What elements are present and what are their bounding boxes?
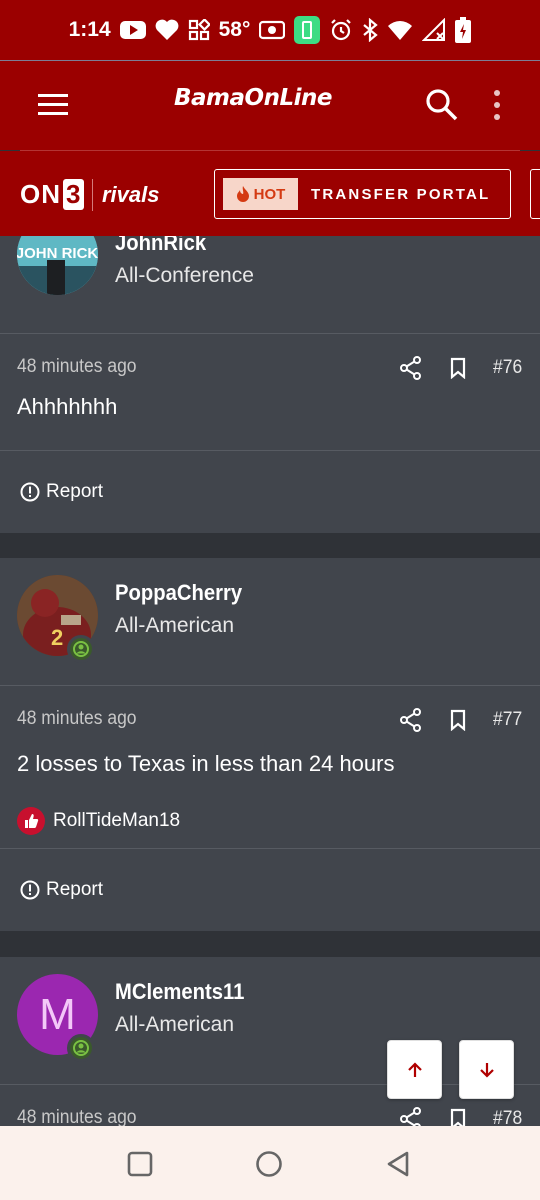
on3-logo[interactable]: ON 3 (20, 179, 85, 210)
battery-saver-icon (294, 16, 321, 44)
post-user-rank: All-Conference (115, 264, 254, 287)
online-indicator (67, 635, 95, 663)
next-promo-button[interactable] (530, 169, 540, 219)
hot-badge: HOT (223, 178, 298, 210)
post-number[interactable]: #78 (493, 1108, 522, 1126)
post-time[interactable]: 48 minutes ago (17, 1107, 137, 1126)
radio-icon (259, 20, 286, 40)
more-vertical-icon (494, 90, 500, 120)
post-meta: 48 minutes ago #77 (0, 686, 540, 746)
user-online-icon (73, 1040, 89, 1056)
bluetooth-icon (362, 18, 379, 42)
report-label: Report (46, 879, 104, 900)
alarm-icon (329, 18, 353, 42)
home-button[interactable] (253, 1148, 285, 1180)
user-online-icon (73, 641, 89, 657)
report-label: Report (46, 481, 104, 502)
search-button[interactable] (424, 87, 460, 123)
signal-icon (422, 18, 446, 42)
on3-number: 3 (63, 179, 85, 210)
bookmark-button[interactable] (448, 1108, 468, 1126)
avatar-image: JOHN RICK (17, 236, 98, 295)
search-icon (426, 89, 458, 121)
share-icon (400, 1107, 421, 1126)
post-user-rank: All-American (115, 1013, 235, 1036)
system-nav-bar (0, 1126, 540, 1200)
clock: 1:14 (68, 18, 111, 41)
post-footer: Report (0, 450, 540, 532)
post-number[interactable]: #76 (493, 357, 522, 379)
scroll-down-button[interactable] (459, 1040, 514, 1099)
share-icon (400, 356, 421, 380)
menu-icon (38, 94, 68, 115)
alert-circle-icon (20, 880, 40, 900)
post-footer: Report (0, 848, 540, 930)
widgets-icon (188, 19, 210, 41)
share-button[interactable] (400, 356, 422, 380)
arrow-up-icon (407, 1061, 422, 1077)
avatar-letter: M (39, 989, 76, 1039)
back-button[interactable] (382, 1148, 414, 1180)
reaction-user[interactable]: RollTideMan18 (53, 810, 180, 832)
more-options-button[interactable] (486, 87, 508, 123)
square-icon (127, 1151, 153, 1177)
post-time[interactable]: 48 minutes ago (17, 708, 137, 730)
alert-circle-icon (20, 482, 40, 502)
avatar-text: JOHN RICK (17, 245, 98, 262)
post-time[interactable]: 48 minutes ago (17, 356, 137, 378)
app-header: BamaOnLine (0, 60, 540, 150)
post-card: JOHN RICK JohnRick All-Conference 48 min… (0, 236, 540, 533)
transfer-portal-label: TRANSFER PORTAL (311, 185, 491, 203)
bookmark-button[interactable] (448, 357, 468, 380)
scroll-up-button[interactable] (387, 1040, 442, 1099)
post-meta: 48 minutes ago #76 (0, 334, 540, 394)
post-author-row: 2 PoppaCherry All-American (0, 558, 540, 686)
recents-button[interactable] (124, 1148, 156, 1180)
partner-divider (92, 179, 93, 211)
temperature: 58° (218, 18, 251, 41)
rivals-logo[interactable]: rivals (102, 182, 160, 208)
status-bar: 1:14 58° (0, 0, 540, 60)
bookmark-button[interactable] (448, 709, 468, 732)
bookmark-icon (450, 357, 466, 380)
hot-label: HOT (253, 185, 286, 203)
post-username[interactable]: MClements11 (115, 979, 244, 1005)
post-body: Ahhhhhhh (17, 394, 118, 419)
site-logo[interactable]: BamaOnLine (174, 85, 332, 111)
battery-icon (455, 17, 472, 43)
post-username[interactable]: PoppaCherry (115, 580, 242, 606)
thread-feed[interactable]: JOHN RICK JohnRick All-Conference 48 min… (0, 236, 540, 1126)
bookmark-icon (450, 709, 466, 732)
post-number[interactable]: #77 (493, 709, 522, 731)
wifi-icon (387, 19, 413, 41)
bookmark-icon (450, 1108, 466, 1126)
transfer-portal-button[interactable]: HOT TRANSFER PORTAL (214, 169, 511, 219)
share-icon (400, 708, 421, 732)
arrow-down-icon (479, 1062, 494, 1078)
post-username[interactable]: JohnRick (115, 236, 206, 256)
post-user-rank: All-American (115, 614, 235, 637)
menu-button[interactable] (36, 91, 70, 119)
share-button[interactable] (400, 1107, 422, 1126)
heart-icon (155, 19, 179, 41)
post-body: 2 losses to Texas in less than 24 hours (17, 751, 395, 776)
post-card: 2 PoppaCherry All-American 48 minutes ag… (0, 558, 540, 931)
back-triangle-icon (387, 1151, 409, 1177)
partner-bar: ON 3 rivals HOT TRANSFER PORTAL (0, 151, 540, 236)
youtube-icon (119, 20, 146, 40)
online-indicator (67, 1034, 95, 1062)
post-author-row: JOHN RICK JohnRick All-Conference (0, 236, 540, 334)
on3-text: ON (20, 179, 61, 209)
circle-icon (256, 1151, 282, 1177)
report-button[interactable]: Report (20, 481, 103, 503)
reaction-summary[interactable]: RollTideMan18 (0, 794, 540, 848)
thumbs-up-icon (17, 807, 45, 835)
share-button[interactable] (400, 708, 422, 732)
avatar[interactable]: JOHN RICK (17, 236, 98, 295)
flame-icon (236, 186, 249, 202)
report-button[interactable]: Report (20, 879, 103, 901)
svg-text:2: 2 (51, 625, 63, 650)
